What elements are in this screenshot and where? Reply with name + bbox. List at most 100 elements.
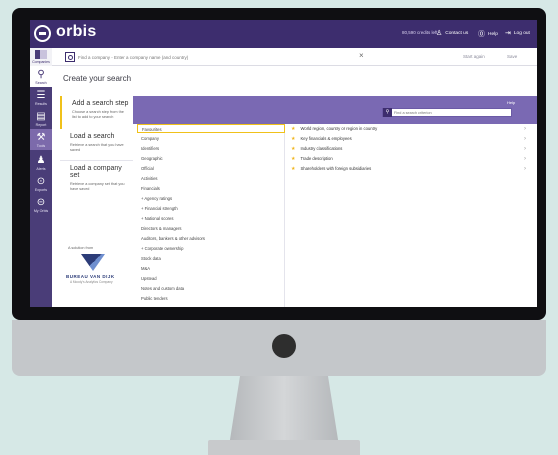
orbis-icon: ⊝ xyxy=(36,196,46,208)
chevron-right-icon: › xyxy=(524,155,526,162)
criterion-label: Industry classifications xyxy=(300,146,343,151)
app-name: orbis xyxy=(56,23,97,40)
step-description: Choose a search step from the list to ad… xyxy=(72,110,124,119)
sidebar-item-my-orbis[interactable]: ⊝ My Orbis xyxy=(30,194,52,215)
criterion-item[interactable]: ★ Industry classifications › xyxy=(288,144,526,153)
monitor-base xyxy=(208,440,360,455)
company-search-bar: × Start again Save xyxy=(30,48,537,66)
help-link[interactable]: ⓪ Help xyxy=(478,29,498,39)
star-icon[interactable]: ★ xyxy=(291,136,295,142)
star-icon[interactable]: ★ xyxy=(291,156,295,162)
sidebar: Companies ⚲ Search ☰ Results ▤ Report ⚒ … xyxy=(30,48,52,307)
help-label: Help xyxy=(488,31,498,37)
category-item[interactable]: + Agency ratings xyxy=(137,194,285,203)
category-item[interactable]: Public tenders xyxy=(137,294,285,303)
criterion-item[interactable]: ★ Trade description › xyxy=(288,154,526,163)
category-item[interactable]: Stock data xyxy=(137,254,285,263)
category-item[interactable]: Upstead xyxy=(137,274,285,283)
sidebar-label: Exports xyxy=(34,187,48,192)
search-icon[interactable]: ⚲ xyxy=(383,108,392,117)
tools-icon: ⚒ xyxy=(36,131,46,143)
company-name: BUREAU VAN DIJK xyxy=(66,274,115,279)
sidebar-item-alerts[interactable]: ♟ Alerts xyxy=(30,152,52,173)
sidebar-label: Report xyxy=(35,122,47,127)
step-title: Add a search step xyxy=(72,100,129,107)
criterion-item[interactable]: ★ World region, country or region in cou… xyxy=(288,124,526,133)
criterion-label: Shareholders with foreign subsidiaries xyxy=(300,166,372,171)
solution-from-label: A solution from xyxy=(68,246,94,250)
logout-link[interactable]: ⇥ Log out xyxy=(505,29,530,37)
step-description: Retrieve a search that you have saved xyxy=(70,143,124,152)
credits-counter: 80,590 credits left xyxy=(402,30,438,35)
company-search-input[interactable] xyxy=(78,52,353,62)
step-load-search[interactable]: Load a search Retrieve a search that you… xyxy=(60,129,133,161)
criteria-list: ★ World region, country or region in cou… xyxy=(288,124,537,307)
criterion-label: Trade description xyxy=(300,156,333,161)
page-title: Create your search xyxy=(63,74,132,83)
chevron-right-icon: › xyxy=(524,145,526,152)
sidebar-label: My Orbis xyxy=(33,208,49,213)
criterion-item[interactable]: ★ Shareholders with foreign subsidiaries… xyxy=(288,164,526,173)
start-again-button[interactable]: Start again xyxy=(463,54,485,59)
sidebar-item-exports[interactable]: ⊙ Exports xyxy=(30,173,52,194)
category-item[interactable]: Activities xyxy=(137,174,285,183)
sidebar-item-companies[interactable]: Companies xyxy=(30,48,52,66)
sidebar-label: Alerts xyxy=(36,166,46,171)
sidebar-label: Search xyxy=(35,80,47,85)
category-item[interactable]: Company xyxy=(137,134,285,143)
criterion-label: World region, country or region in count… xyxy=(300,126,378,131)
sidebar-item-results[interactable]: ☰ Results xyxy=(30,87,52,108)
screen: orbis 80,590 credits left ♙ Contact us ⓪… xyxy=(30,20,537,307)
contact-us-label: Contact us xyxy=(445,30,469,36)
category-item[interactable]: Notes and custom data xyxy=(137,284,285,293)
chevron-right-icon: › xyxy=(524,165,526,172)
category-item[interactable]: Financials xyxy=(137,184,285,193)
category-list: Favourites Company Identifiers Geographi… xyxy=(135,124,285,307)
bell-icon: ♟ xyxy=(36,154,46,166)
top-bar: orbis 80,590 credits left ♙ Contact us ⓪… xyxy=(30,20,537,48)
sidebar-item-report[interactable]: ▤ Report xyxy=(30,108,52,129)
category-item[interactable]: Favourites xyxy=(137,124,285,133)
help-icon: ⓪ xyxy=(478,31,485,38)
search-icon: ⚲ xyxy=(37,68,45,80)
step-title: Load a search xyxy=(70,133,115,140)
category-item[interactable]: Geographic xyxy=(137,154,285,163)
report-icon: ▤ xyxy=(36,110,46,122)
star-icon[interactable]: ★ xyxy=(291,126,295,132)
criterion-item[interactable]: ★ Key financials & employees › xyxy=(288,134,526,143)
star-icon[interactable]: ★ xyxy=(291,146,295,152)
monitor-stand xyxy=(229,376,339,446)
logout-label: Log out xyxy=(513,30,530,36)
category-item[interactable]: + National scores xyxy=(137,214,285,223)
criterion-label: Key financials & employees xyxy=(300,136,352,141)
orbis-logo-icon xyxy=(34,25,51,42)
category-item[interactable]: M&A xyxy=(137,264,285,273)
criterion-search-input[interactable] xyxy=(394,109,510,116)
sidebar-item-search[interactable]: ⚲ Search xyxy=(30,66,52,87)
close-icon[interactable]: × xyxy=(359,51,364,60)
step-add-search[interactable]: Add a search step Choose a search step f… xyxy=(60,96,133,129)
chevron-right-icon: › xyxy=(524,135,526,142)
category-item[interactable]: + Financial strength xyxy=(137,204,285,213)
category-item[interactable]: + Corporate ownership xyxy=(137,244,285,253)
companies-icon xyxy=(35,50,47,59)
category-item[interactable]: Auditors, bankers & other advisors xyxy=(137,234,285,243)
export-icon: ⊙ xyxy=(36,175,46,187)
sidebar-label: Tools xyxy=(36,143,46,148)
step-load-company-set[interactable]: Load a company set Retrieve a company se… xyxy=(60,161,133,193)
panel-help-link[interactable]: Help xyxy=(507,100,515,105)
search-icon[interactable] xyxy=(65,52,75,62)
contact-us-link[interactable]: ♙ Contact us xyxy=(436,29,468,37)
save-button[interactable]: Save xyxy=(507,54,517,59)
category-item[interactable]: Identifiers xyxy=(137,144,285,153)
sidebar-label: Companies xyxy=(32,60,50,64)
category-item[interactable]: Official xyxy=(137,164,285,173)
chevron-right-icon: › xyxy=(524,125,526,132)
star-icon[interactable]: ★ xyxy=(291,166,295,172)
user-icon: ♙ xyxy=(436,30,443,37)
company-tagline: A Moody's Analytics Company xyxy=(70,280,113,284)
sidebar-item-tools[interactable]: ⚒ Tools xyxy=(30,129,52,150)
sidebar-label: Results xyxy=(35,101,47,106)
step-description: Retrieve a company set that you have sav… xyxy=(70,182,125,191)
category-item[interactable]: Directors & managers xyxy=(137,224,285,233)
